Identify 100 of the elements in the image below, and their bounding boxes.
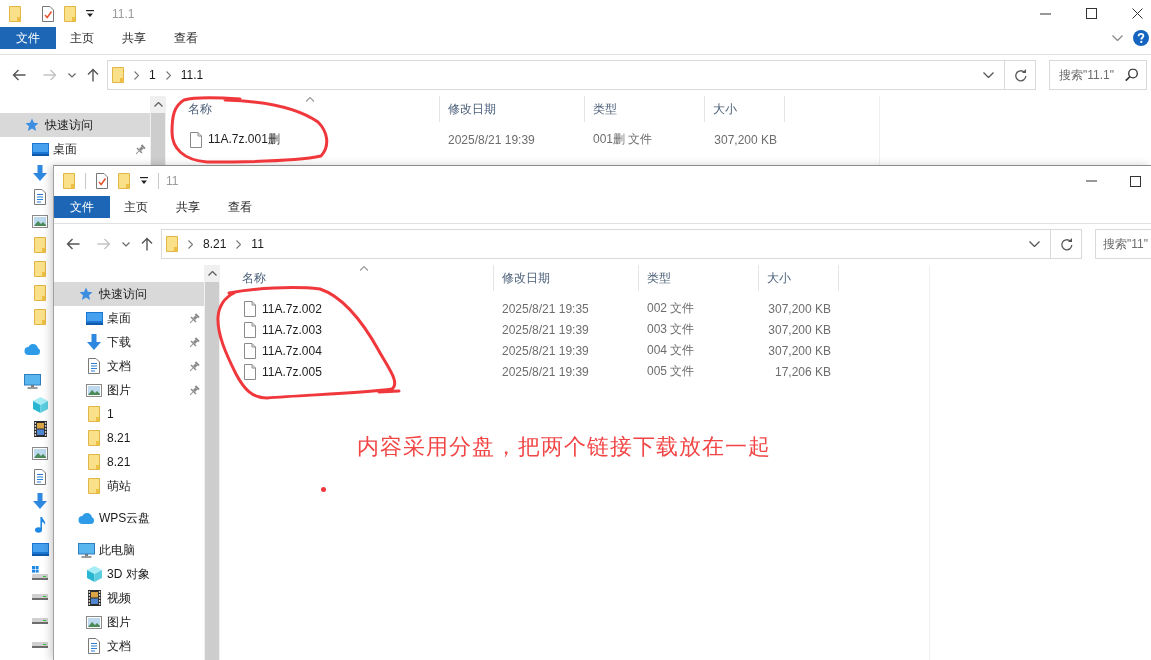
window-title: 11 xyxy=(166,174,179,188)
nav-item[interactable]: 快速访问 xyxy=(0,113,150,137)
caret-down-icon[interactable] xyxy=(140,177,148,185)
file-tab[interactable]: 文件 xyxy=(0,27,56,49)
chevron-down-icon[interactable] xyxy=(122,241,130,247)
page-check-icon[interactable] xyxy=(42,5,54,22)
document-icon xyxy=(34,189,46,205)
scrollbar-track[interactable] xyxy=(204,265,220,660)
size-cell-text: 307,200 KB xyxy=(767,301,832,316)
breadcrumb[interactable]: 1 xyxy=(149,68,156,82)
desktop-icon xyxy=(31,542,49,556)
search-field[interactable]: 搜索"11" xyxy=(1095,229,1151,259)
document-icon xyxy=(88,358,100,374)
chevron-down-icon[interactable] xyxy=(983,72,994,78)
nav-item[interactable]: 图片 xyxy=(54,378,204,402)
monitor-icon xyxy=(77,542,95,558)
refresh-icon[interactable] xyxy=(1013,68,1027,82)
scrollbar-track[interactable] xyxy=(150,96,166,165)
file-icon xyxy=(244,321,256,338)
minimize-icon[interactable] xyxy=(1085,180,1097,182)
chevron-right-icon xyxy=(134,70,139,80)
nav-item[interactable]: 萌站 xyxy=(54,474,204,498)
film-icon xyxy=(87,590,101,606)
close-icon[interactable] xyxy=(1131,8,1143,19)
ribbon-tab[interactable]: 共享 xyxy=(108,27,160,49)
column-header[interactable]: 名称 xyxy=(180,96,440,122)
up-arrow-icon[interactable] xyxy=(141,237,153,251)
back-arrow-icon[interactable] xyxy=(66,238,80,250)
up-arrow-icon[interactable] xyxy=(87,68,99,82)
search-field[interactable]: 搜索"11.1" xyxy=(1049,60,1147,90)
type-cell-text: 003 文件 xyxy=(646,321,696,338)
nav-item[interactable]: 桌面 xyxy=(0,137,150,161)
scrollbar-thumb[interactable] xyxy=(205,282,219,660)
annotation-note: 内容采用分盘，把两个链接下载放在一起 xyxy=(357,434,771,460)
breadcrumb[interactable]: 11 xyxy=(251,237,264,251)
column-header[interactable]: 修改日期 xyxy=(494,265,639,291)
nav-item[interactable]: 8.21 xyxy=(54,450,204,474)
nav-item[interactable]: 8.21 xyxy=(54,426,204,450)
chevron-down-icon[interactable] xyxy=(1029,241,1040,247)
chevron-right-icon xyxy=(236,239,242,249)
caret-down-icon[interactable] xyxy=(86,9,94,18)
help-icon[interactable] xyxy=(1133,30,1149,46)
nav-item[interactable]: WPS云盘 xyxy=(54,506,204,530)
nav-item[interactable]: 视频 xyxy=(54,586,204,610)
nav-item[interactable]: 下载 xyxy=(54,330,204,354)
down-arrow-icon xyxy=(33,493,47,509)
chevron-right-icon xyxy=(165,70,171,80)
back-arrow-icon[interactable] xyxy=(12,69,26,81)
nav-item[interactable]: 图片 xyxy=(54,610,204,634)
column-header[interactable]: 类型 xyxy=(585,96,705,122)
drive-icon xyxy=(32,642,48,648)
nav-item[interactable]: 1 xyxy=(54,402,204,426)
chevron-up-icon[interactable] xyxy=(207,271,217,276)
page-check-icon[interactable] xyxy=(96,173,108,189)
address-bar[interactable]: 1 11.1 xyxy=(107,60,1036,90)
column-header[interactable]: 大小 xyxy=(705,96,785,122)
column-header[interactable]: 类型 xyxy=(639,265,759,291)
file-name[interactable]: 11A.7z.004 xyxy=(262,343,322,358)
chevron-down-icon[interactable] xyxy=(1112,35,1123,41)
nav-item[interactable]: 桌面 xyxy=(54,306,204,330)
folder-icon xyxy=(34,285,46,301)
ribbon-tab[interactable]: 主页 xyxy=(110,196,162,218)
star-icon xyxy=(79,287,93,301)
breadcrumb[interactable]: 11.1 xyxy=(180,68,204,82)
maximize-icon[interactable] xyxy=(1129,175,1141,187)
file-tab[interactable]: 文件 xyxy=(54,196,110,218)
nav-item[interactable]: 文档 xyxy=(54,634,204,658)
chevron-down-icon[interactable] xyxy=(68,72,76,78)
file-name[interactable]: 11A.7z.001删 xyxy=(208,131,280,148)
nav-item[interactable]: 文档 xyxy=(54,354,204,378)
minimize-icon[interactable] xyxy=(1039,12,1051,15)
folder-icon xyxy=(34,261,46,277)
type-cell-text: 005 文件 xyxy=(646,363,696,380)
chevron-up-icon[interactable] xyxy=(153,102,163,107)
ribbon-tab[interactable]: 主页 xyxy=(56,27,108,49)
address-bar[interactable]: 8.21 11 xyxy=(161,229,1082,259)
type-cell-text: 002 文件 xyxy=(646,300,696,317)
star-icon xyxy=(25,118,39,132)
refresh-icon[interactable] xyxy=(1059,237,1073,251)
ribbon-tab[interactable]: 查看 xyxy=(214,196,266,218)
maximize-icon[interactable] xyxy=(1085,8,1097,19)
size-cell-text: 307,200 KB xyxy=(767,343,832,358)
file-name[interactable]: 11A.7z.002 xyxy=(262,301,322,316)
cloud-icon xyxy=(24,343,40,355)
file-name[interactable]: 11A.7z.003 xyxy=(262,322,322,337)
file-name[interactable]: 11A.7z.005 xyxy=(262,364,322,379)
nav-item[interactable]: 3D 对象 xyxy=(54,562,204,586)
document-icon xyxy=(88,638,100,654)
column-header[interactable]: 名称 xyxy=(234,265,494,291)
breadcrumb[interactable]: 8.21 xyxy=(203,237,227,251)
ribbon-tab[interactable]: 共享 xyxy=(162,196,214,218)
search-icon[interactable] xyxy=(1125,68,1138,82)
column-header[interactable]: 大小 xyxy=(759,265,839,291)
file-icon xyxy=(244,363,256,380)
nav-item[interactable]: 此电脑 xyxy=(54,538,204,562)
column-header[interactable]: 修改日期 xyxy=(440,96,585,122)
ribbon-tab[interactable]: 查看 xyxy=(160,27,212,49)
scrollbar-thumb[interactable] xyxy=(151,113,165,165)
picture-icon xyxy=(32,214,48,228)
nav-item[interactable]: 快速访问 xyxy=(54,282,204,306)
